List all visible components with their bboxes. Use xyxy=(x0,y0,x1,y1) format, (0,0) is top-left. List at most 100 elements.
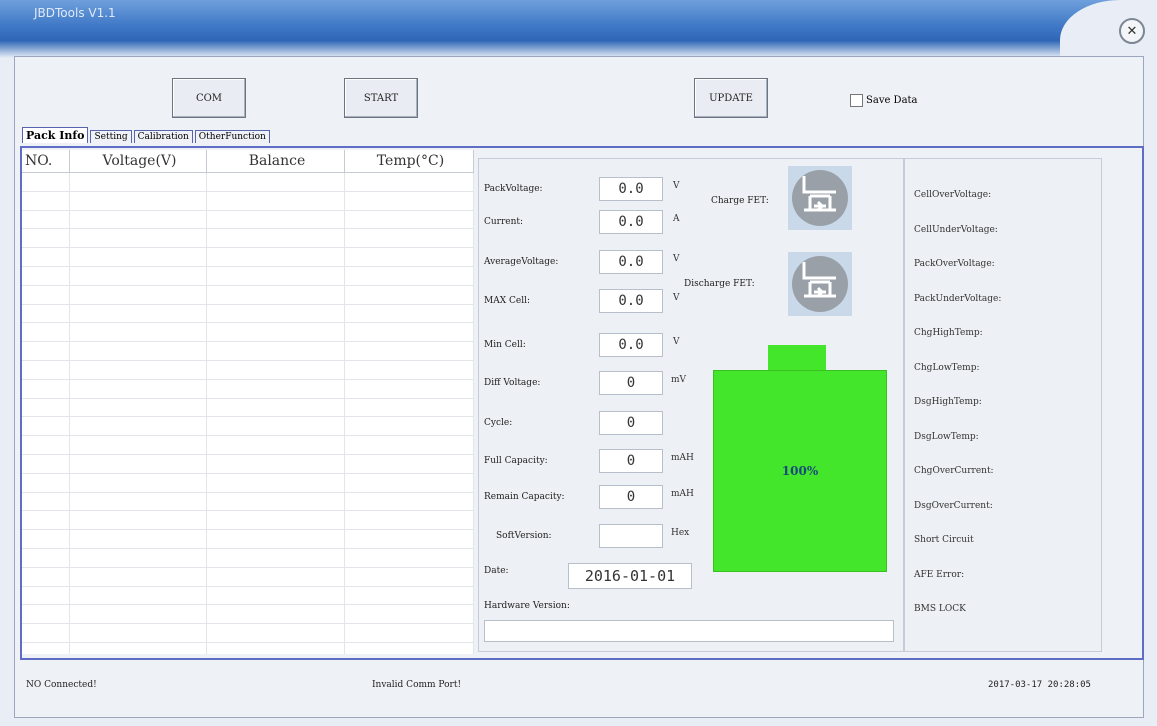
table-row[interactable] xyxy=(22,360,474,380)
field-unit: mAH xyxy=(671,453,694,463)
field-value[interactable] xyxy=(599,524,663,548)
field-value[interactable]: 0.0 xyxy=(599,177,663,201)
protection-flag: PackUnderVoltage: xyxy=(914,293,1002,304)
table-row[interactable] xyxy=(22,173,474,192)
table-row[interactable] xyxy=(22,229,474,249)
protection-flag: CellUnderVoltage: xyxy=(914,224,998,235)
status-datetime: 2017-03-17 20:28:05 xyxy=(988,680,1091,690)
checkbox-box[interactable] xyxy=(850,94,863,107)
field-value[interactable]: 0.0 xyxy=(599,289,663,313)
hardware-version-field[interactable] xyxy=(484,620,894,642)
table-row[interactable] xyxy=(22,454,474,474)
protection-flag: ChgHighTemp: xyxy=(914,328,983,338)
table-row[interactable] xyxy=(22,436,474,455)
date-label: Date: xyxy=(484,566,509,576)
field-value[interactable]: 0.0 xyxy=(599,333,663,357)
table-row[interactable] xyxy=(22,398,474,418)
field-label: Current: xyxy=(484,217,524,227)
com-button[interactable]: COM xyxy=(172,78,246,118)
window-title: JBDTools V1.1 xyxy=(34,6,116,20)
col-no: NO. xyxy=(22,150,70,172)
col-voltage: Voltage(V) xyxy=(70,150,207,172)
protection-flag: ChgOverCurrent: xyxy=(914,466,994,476)
table-row[interactable] xyxy=(22,530,474,549)
col-temp: Temp(°C) xyxy=(345,150,474,172)
col-balance: Balance xyxy=(207,150,345,172)
field-label: SoftVersion: xyxy=(496,531,552,541)
field-label: Min Cell: xyxy=(484,340,526,350)
field-label: AverageVoltage: xyxy=(484,257,559,267)
protection-flag: AFE Error: xyxy=(914,569,965,580)
field-value[interactable]: 0 xyxy=(599,411,663,435)
field-unit: mAH xyxy=(671,489,694,499)
table-row[interactable] xyxy=(22,417,474,437)
field-unit: Hex xyxy=(671,528,690,538)
table-row[interactable] xyxy=(22,379,474,399)
field-unit: A xyxy=(673,214,680,224)
field-label: PackVoltage: xyxy=(484,184,543,194)
table-row[interactable] xyxy=(22,191,474,211)
discharge-fet-label: Discharge FET: xyxy=(684,279,755,289)
table-row[interactable] xyxy=(22,210,474,230)
field-unit: V xyxy=(673,337,680,347)
table-row[interactable] xyxy=(22,642,474,654)
field-value[interactable]: 0 xyxy=(599,449,663,473)
save-data-label: Save Data xyxy=(866,95,918,106)
tab-pack-info[interactable]: Pack Info xyxy=(22,127,89,143)
protection-flag: BMS LOCK xyxy=(914,604,966,614)
status-message: Invalid Comm Port! xyxy=(372,680,462,690)
table-row[interactable] xyxy=(22,605,474,625)
table-row[interactable] xyxy=(22,342,474,361)
tab-other-function[interactable]: OtherFunction xyxy=(194,130,270,143)
hardware-version-label: Hardware Version: xyxy=(484,601,570,611)
field-label: Diff Voltage: xyxy=(484,378,541,388)
table-row[interactable] xyxy=(22,285,474,305)
charge-fet-label: Charge FET: xyxy=(711,196,769,206)
table-row[interactable] xyxy=(22,323,474,343)
table-row[interactable] xyxy=(22,248,474,267)
start-button[interactable]: START xyxy=(344,78,418,118)
table-row[interactable] xyxy=(22,624,474,643)
table-row[interactable] xyxy=(22,586,474,606)
cell-table[interactable]: NO. Voltage(V) Balance Temp(°C) xyxy=(22,150,474,654)
connection-status: NO Connected! xyxy=(26,680,97,690)
save-data-checkbox[interactable]: Save Data xyxy=(850,94,918,107)
tab-calibration[interactable]: Calibration xyxy=(133,130,193,143)
field-unit: V xyxy=(673,254,680,264)
date-field[interactable]: 2016-01-01 xyxy=(568,563,692,589)
field-value[interactable]: 0.0 xyxy=(599,250,663,274)
field-value[interactable]: 0 xyxy=(599,485,663,509)
table-row[interactable] xyxy=(22,548,474,568)
field-label: Remain Capacity: xyxy=(484,492,565,502)
protection-flag: DsgOverCurrent: xyxy=(914,500,993,511)
field-label: Cycle: xyxy=(484,418,513,428)
table-row[interactable] xyxy=(22,266,474,286)
charge-fet-icon xyxy=(788,166,852,230)
field-value[interactable]: 0.0 xyxy=(599,210,663,234)
protection-flag: PackOverVoltage: xyxy=(914,259,995,269)
table-row[interactable] xyxy=(22,492,474,512)
field-unit: V xyxy=(673,181,680,191)
discharge-fet-icon xyxy=(788,252,852,316)
update-button[interactable]: UPDATE xyxy=(694,78,768,118)
battery-percent: 100% xyxy=(781,464,819,478)
protection-flag: ChgLowTemp: xyxy=(914,362,980,373)
table-row[interactable] xyxy=(22,511,474,531)
protection-flag: Short Circuit xyxy=(914,535,974,545)
protection-flag: CellOverVoltage: xyxy=(914,190,992,200)
battery-terminal xyxy=(768,345,826,371)
field-value[interactable]: 0 xyxy=(599,371,663,395)
protection-flag: DsgHighTemp: xyxy=(914,397,982,407)
battery-indicator: 100% xyxy=(713,370,887,572)
tab-bar: Pack Info Setting Calibration OtherFunct… xyxy=(22,127,272,143)
table-row[interactable] xyxy=(22,567,474,587)
close-icon[interactable]: ✕ xyxy=(1119,18,1145,44)
title-bar: JBDTools V1.1 xyxy=(0,0,1157,60)
protection-flag: DsgLowTemp: xyxy=(914,431,979,442)
table-row[interactable] xyxy=(22,473,474,493)
field-label: MAX Cell: xyxy=(484,296,530,306)
table-row[interactable] xyxy=(22,304,474,324)
field-label: Full Capacity: xyxy=(484,456,548,466)
field-unit: V xyxy=(673,293,680,303)
tab-setting[interactable]: Setting xyxy=(90,130,132,143)
